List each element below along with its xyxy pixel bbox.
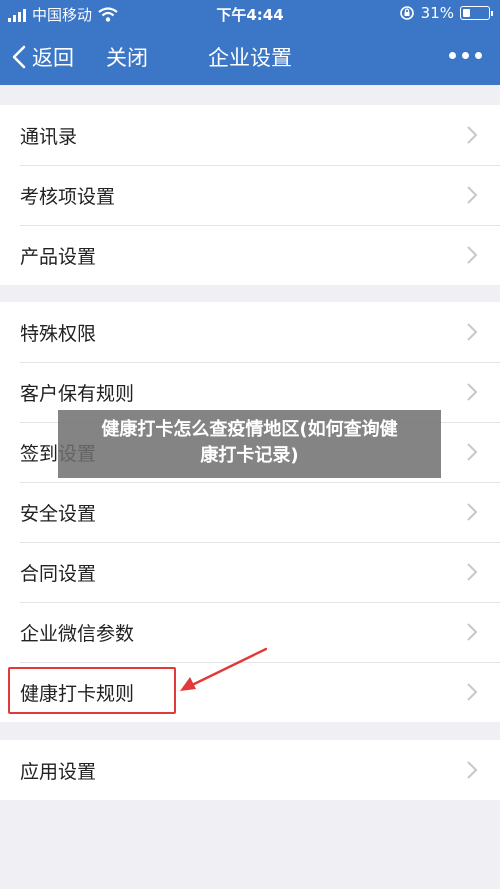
chevron-right-icon (467, 503, 478, 521)
close-button[interactable]: 关闭 (106, 42, 148, 72)
orientation-lock-icon (399, 6, 414, 20)
settings-item-label: 考核项设置 (20, 185, 116, 208)
settings-item-label: 产品设置 (20, 245, 97, 268)
chevron-right-icon (467, 563, 478, 581)
caption-line-1: 健康打卡怎么查疫情地区(如何查询健 (101, 419, 398, 440)
settings-item-products[interactable]: 产品设置 (0, 225, 500, 285)
settings-group-1: 通讯录 考核项设置 产品设置 (0, 105, 500, 285)
settings-group-3: 应用设置 (0, 740, 500, 800)
annotation-arrow-icon (180, 647, 268, 691)
chevron-left-icon (12, 45, 26, 69)
settings-item-label: 应用设置 (20, 760, 97, 783)
settings-item-label: 通讯录 (20, 125, 78, 148)
caption-overlay: 健康打卡怎么查疫情地区(如何查询健 康打卡记录) (58, 410, 441, 478)
highlight-box (8, 667, 176, 714)
settings-item-label: 安全设置 (20, 502, 97, 525)
settings-item-label: 企业微信参数 (20, 622, 135, 645)
page-title-wrap: 企业设置 (0, 42, 500, 72)
more-button[interactable] (449, 52, 482, 59)
chevron-right-icon (467, 186, 478, 204)
settings-item-app-settings[interactable]: 应用设置 (0, 740, 500, 800)
chevron-right-icon (467, 383, 478, 401)
battery-fill (463, 9, 471, 17)
back-label: 返回 (32, 46, 74, 70)
settings-item-special-permissions[interactable]: 特殊权限 (0, 302, 500, 362)
settings-item-contacts[interactable]: 通讯录 (0, 105, 500, 165)
settings-item-contracts[interactable]: 合同设置 (0, 542, 500, 602)
chevron-right-icon (467, 443, 478, 461)
chevron-right-icon (467, 623, 478, 641)
page-title: 企业设置 (208, 46, 292, 70)
more-dots-icon (449, 52, 456, 59)
settings-item-assessment[interactable]: 考核项设置 (0, 165, 500, 225)
status-right: 31% (399, 4, 493, 22)
chevron-right-icon (467, 126, 478, 144)
chevron-right-icon (467, 323, 478, 341)
top-bar: 中国移动 下午4:44 31% 返回 关闭 企业设置 (0, 0, 500, 85)
nav-bar: 返回 关闭 企业设置 (0, 28, 500, 85)
settings-item-label: 客户保有规则 (20, 382, 135, 405)
chevron-right-icon (467, 683, 478, 701)
battery-icon (460, 6, 493, 20)
chevron-right-icon (467, 246, 478, 264)
caption-line-2: 康打卡记录) (200, 445, 299, 466)
back-button[interactable]: 返回 (12, 42, 74, 72)
status-bar: 中国移动 下午4:44 31% (0, 0, 500, 28)
settings-item-label: 特殊权限 (20, 322, 97, 345)
settings-item-label: 合同设置 (20, 562, 97, 585)
chevron-right-icon (467, 761, 478, 779)
battery-percent: 31% (420, 4, 454, 22)
settings-item-security[interactable]: 安全设置 (0, 482, 500, 542)
